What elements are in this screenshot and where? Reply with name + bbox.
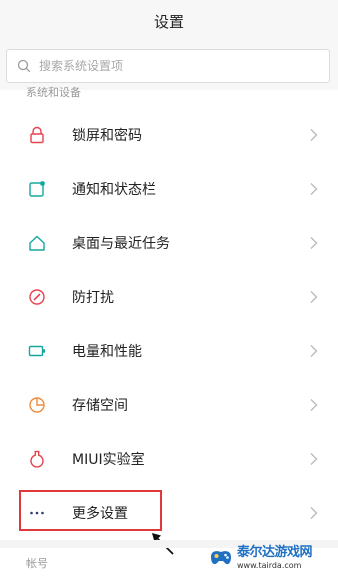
settings-item-do-not-disturb[interactable]: 防打扰	[0, 270, 338, 324]
watermark-url: www.tairda.com	[237, 561, 302, 570]
search-bar	[0, 42, 338, 90]
settings-item-miui-lab[interactable]: MIUI实验室	[0, 432, 338, 486]
settings-list: 锁屏和密码 通知和状态栏 桌面与最近任务 防打扰 电量和性能 存储空间 MIUI…	[0, 108, 338, 540]
chevron-right-icon	[310, 183, 318, 195]
search-input[interactable]	[39, 59, 299, 73]
chevron-right-icon	[310, 345, 318, 357]
settings-item-battery[interactable]: 电量和性能	[0, 324, 338, 378]
chevron-right-icon	[310, 129, 318, 141]
settings-item-label: 桌面与最近任务	[72, 236, 170, 252]
notification-icon	[28, 180, 46, 198]
settings-item-label: 防打扰	[72, 290, 114, 306]
watermark-logo: 泰尔达游戏网 www.tairda.com	[208, 541, 336, 575]
settings-item-storage[interactable]: 存储空间	[0, 378, 338, 432]
highlight-box	[19, 490, 162, 531]
chevron-right-icon	[310, 453, 318, 465]
controller-logo-icon	[211, 551, 231, 565]
title-bar: 设置	[0, 0, 338, 42]
chevron-right-icon	[310, 507, 318, 519]
settings-item-label: 电量和性能	[72, 344, 142, 360]
battery-icon	[28, 342, 46, 360]
section-header-system-device: 系统和设备	[26, 86, 81, 98]
chevron-right-icon	[310, 291, 318, 303]
chevron-right-icon	[310, 399, 318, 411]
do-not-disturb-icon	[28, 288, 46, 306]
section-header-account: 帐号	[26, 557, 48, 570]
watermark-name: 泰尔达游戏网	[237, 545, 313, 560]
settings-item-label: 存储空间	[72, 398, 128, 414]
home-icon	[28, 234, 46, 252]
lab-flask-icon	[28, 450, 46, 468]
settings-item-notifications[interactable]: 通知和状态栏	[0, 162, 338, 216]
settings-item-label: MIUI实验室	[72, 452, 145, 468]
search-icon	[17, 59, 31, 73]
storage-icon	[28, 396, 46, 414]
page-title: 设置	[153, 12, 184, 31]
settings-item-label: 通知和状态栏	[72, 182, 156, 198]
search-box[interactable]	[6, 49, 330, 83]
chevron-right-icon	[310, 237, 318, 249]
settings-item-label: 锁屏和密码	[72, 128, 142, 144]
settings-item-lock-screen[interactable]: 锁屏和密码	[0, 108, 338, 162]
lock-icon	[28, 126, 46, 144]
settings-item-home-screen[interactable]: 桌面与最近任务	[0, 216, 338, 270]
